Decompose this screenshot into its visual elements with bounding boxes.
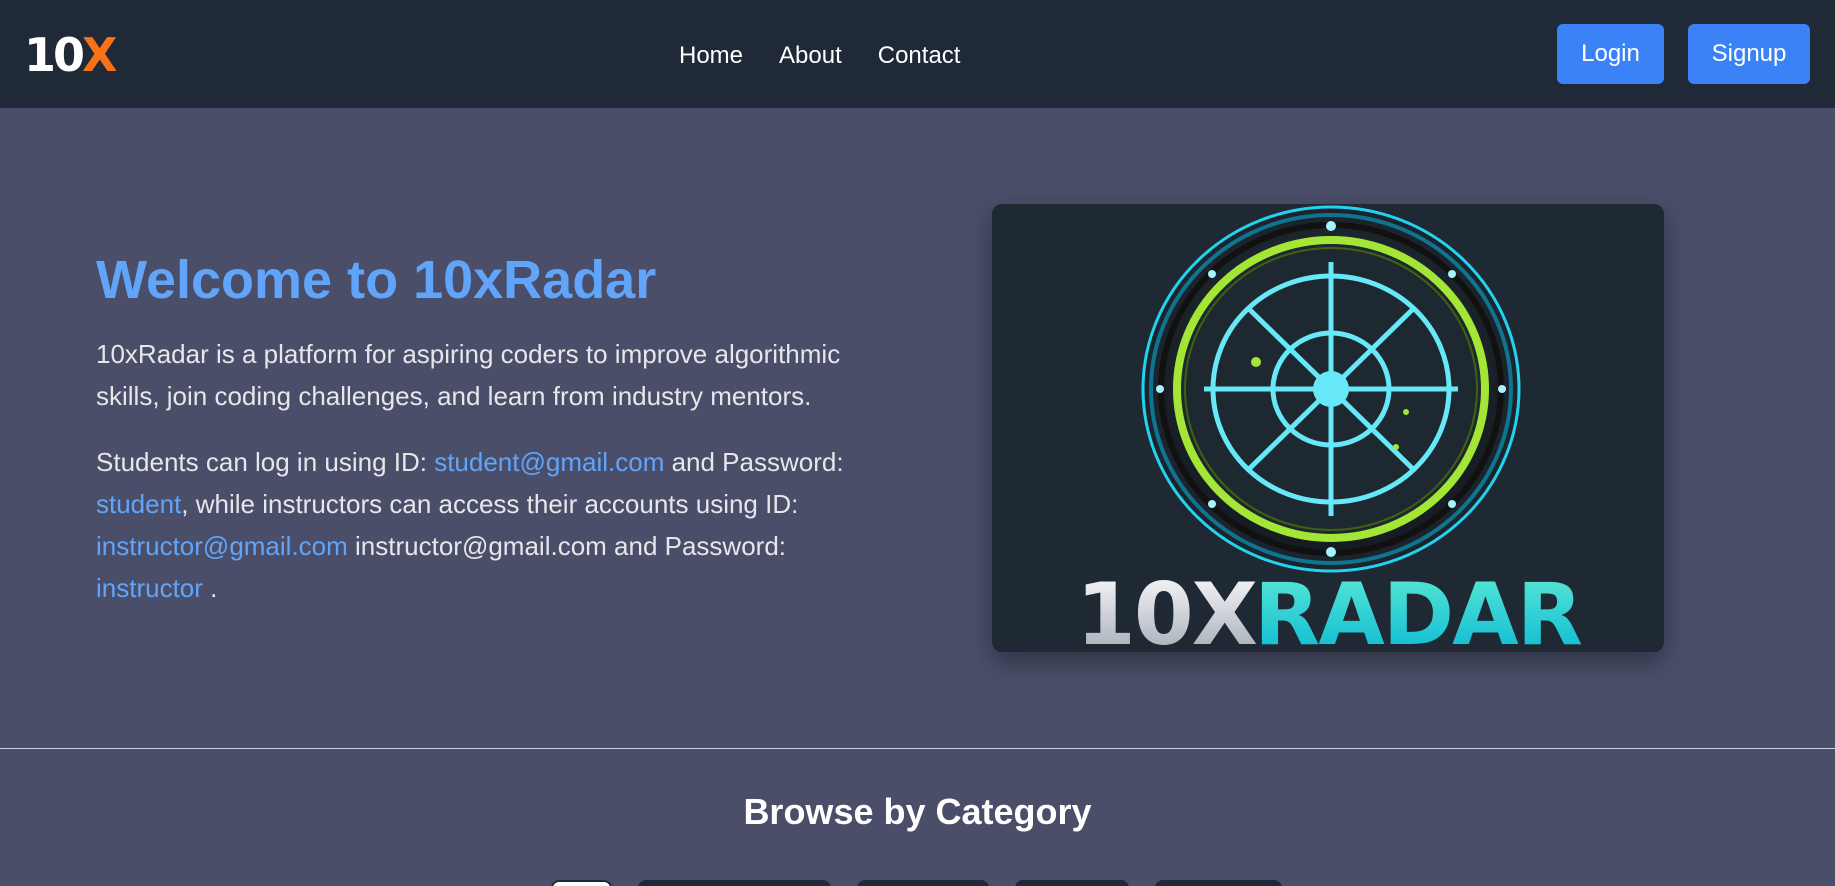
nav-link-contact[interactable]: Contact	[878, 40, 961, 72]
student-password-link[interactable]: student	[96, 489, 181, 519]
hero-description: 10xRadar is a platform for aspiring code…	[96, 339, 841, 411]
section-divider	[0, 748, 1835, 749]
logo-text-10: 10	[24, 28, 85, 82]
logo-text-x: X	[82, 28, 118, 82]
hero-logo-image: 10X RADAR	[992, 204, 1664, 652]
signup-button[interactable]: Signup	[1688, 24, 1810, 84]
instructor-email-link[interactable]: instructor@gmail.com	[96, 531, 348, 561]
category-chip[interactable]	[1155, 880, 1282, 886]
student-email-link[interactable]: student@gmail.com	[434, 447, 664, 477]
category-chip[interactable]	[857, 880, 989, 886]
navbar: 10X Home About Contact Login Signup	[0, 0, 1835, 108]
category-chip[interactable]	[638, 880, 831, 886]
category-chip[interactable]	[1015, 880, 1129, 886]
credentials-text: and Password:	[664, 447, 844, 477]
credentials-text: .	[202, 573, 218, 603]
credentials-text: Students can log in using ID:	[96, 447, 435, 477]
radar-wordmark-radar: RADAR	[1254, 565, 1582, 652]
browse-category-title: Browse by Category	[743, 791, 1092, 832]
category-chip[interactable]	[551, 880, 612, 886]
main-nav: Home About Contact	[679, 40, 960, 72]
hero-title: Welcome to 10xRadar	[96, 250, 657, 310]
nav-link-home[interactable]: Home	[679, 40, 743, 72]
login-button[interactable]: Login	[1557, 24, 1664, 84]
credentials-text: instructor@gmail.com and Password:	[347, 531, 787, 561]
credentials-text: , while instructors can access their acc…	[181, 489, 799, 519]
radar-logo-graphic: 10X RADAR	[1076, 205, 1584, 652]
radar-wordmark-10x: 10X	[1076, 565, 1257, 652]
hero-credentials: Students can log in using ID: student@gm…	[96, 441, 896, 609]
logo[interactable]: 10X	[24, 28, 118, 82]
nav-link-about[interactable]: About	[779, 40, 842, 72]
instructor-password-link[interactable]: instructor	[96, 573, 203, 603]
